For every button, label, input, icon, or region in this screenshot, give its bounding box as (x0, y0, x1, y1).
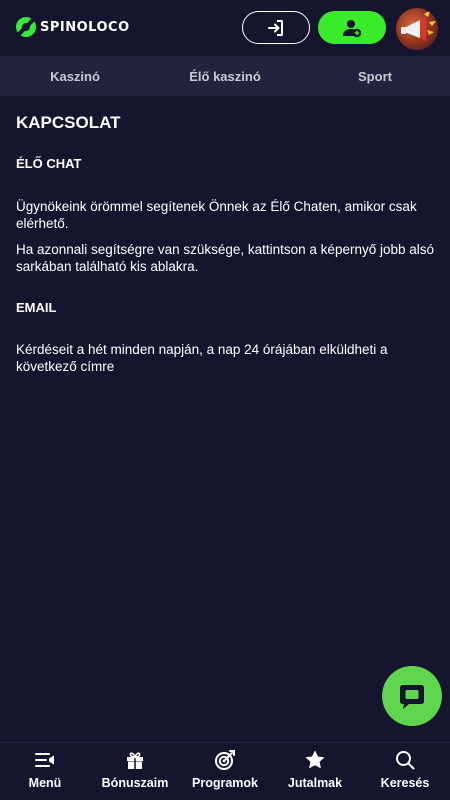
tab-menu[interactable]: Menü (0, 743, 90, 800)
tab-label: Jutalmak (287, 776, 343, 790)
live-chat-paragraph-1: Ügynökeink örömmel segítenek Önnek az Él… (16, 199, 417, 231)
chat-bubble-icon (400, 685, 424, 709)
gift-icon (124, 749, 146, 771)
brand-name: SPINOLOCO (40, 19, 130, 35)
nav-casino[interactable]: Kaszinó (0, 56, 150, 96)
promo-avatar[interactable] (396, 8, 438, 50)
login-arrow-icon (268, 19, 283, 36)
add-user-icon (343, 19, 362, 37)
email-heading: EMAIL (16, 300, 57, 315)
tab-bonuses[interactable]: Bónuszaim (90, 743, 180, 800)
nav-live-casino[interactable]: Élő kaszinó (150, 56, 300, 96)
live-chat-button[interactable] (382, 666, 442, 726)
tab-rewards[interactable]: Jutalmak (270, 743, 360, 800)
tab-search[interactable]: Keresés (360, 743, 450, 800)
menu-icon (34, 749, 56, 771)
nav-sport[interactable]: Sport (300, 56, 450, 96)
search-icon (394, 749, 416, 771)
category-nav: Kaszinó Élő kaszinó Sport (0, 56, 450, 96)
tab-label: Bónuszaim (101, 776, 169, 790)
register-button[interactable] (318, 11, 386, 44)
live-chat-paragraph-2: Ha azonnali segítségre van szüksége, kat… (16, 242, 435, 274)
tab-label: Menü (28, 776, 62, 790)
live-chat-heading: ÉLŐ CHAT (16, 156, 82, 171)
tab-programs[interactable]: Programok (180, 743, 270, 800)
logo-icon (16, 17, 36, 37)
tab-label: Programok (192, 776, 258, 790)
bottom-tab-bar: Menü Bónuszaim Programok Jutalmak Keresé… (0, 742, 450, 800)
megaphone-icon (401, 11, 436, 41)
email-paragraph: Kérdéseit a hét minden napján, a nap 24 … (16, 342, 388, 374)
tab-label: Keresés (380, 776, 430, 790)
page-title: KAPCSOLAT (16, 113, 121, 132)
login-button[interactable] (242, 11, 310, 44)
brand-logo[interactable]: SPINOLOCO (16, 16, 130, 38)
target-icon (214, 749, 236, 771)
top-header: SPINOLOCO (0, 0, 450, 56)
star-icon (304, 749, 326, 771)
